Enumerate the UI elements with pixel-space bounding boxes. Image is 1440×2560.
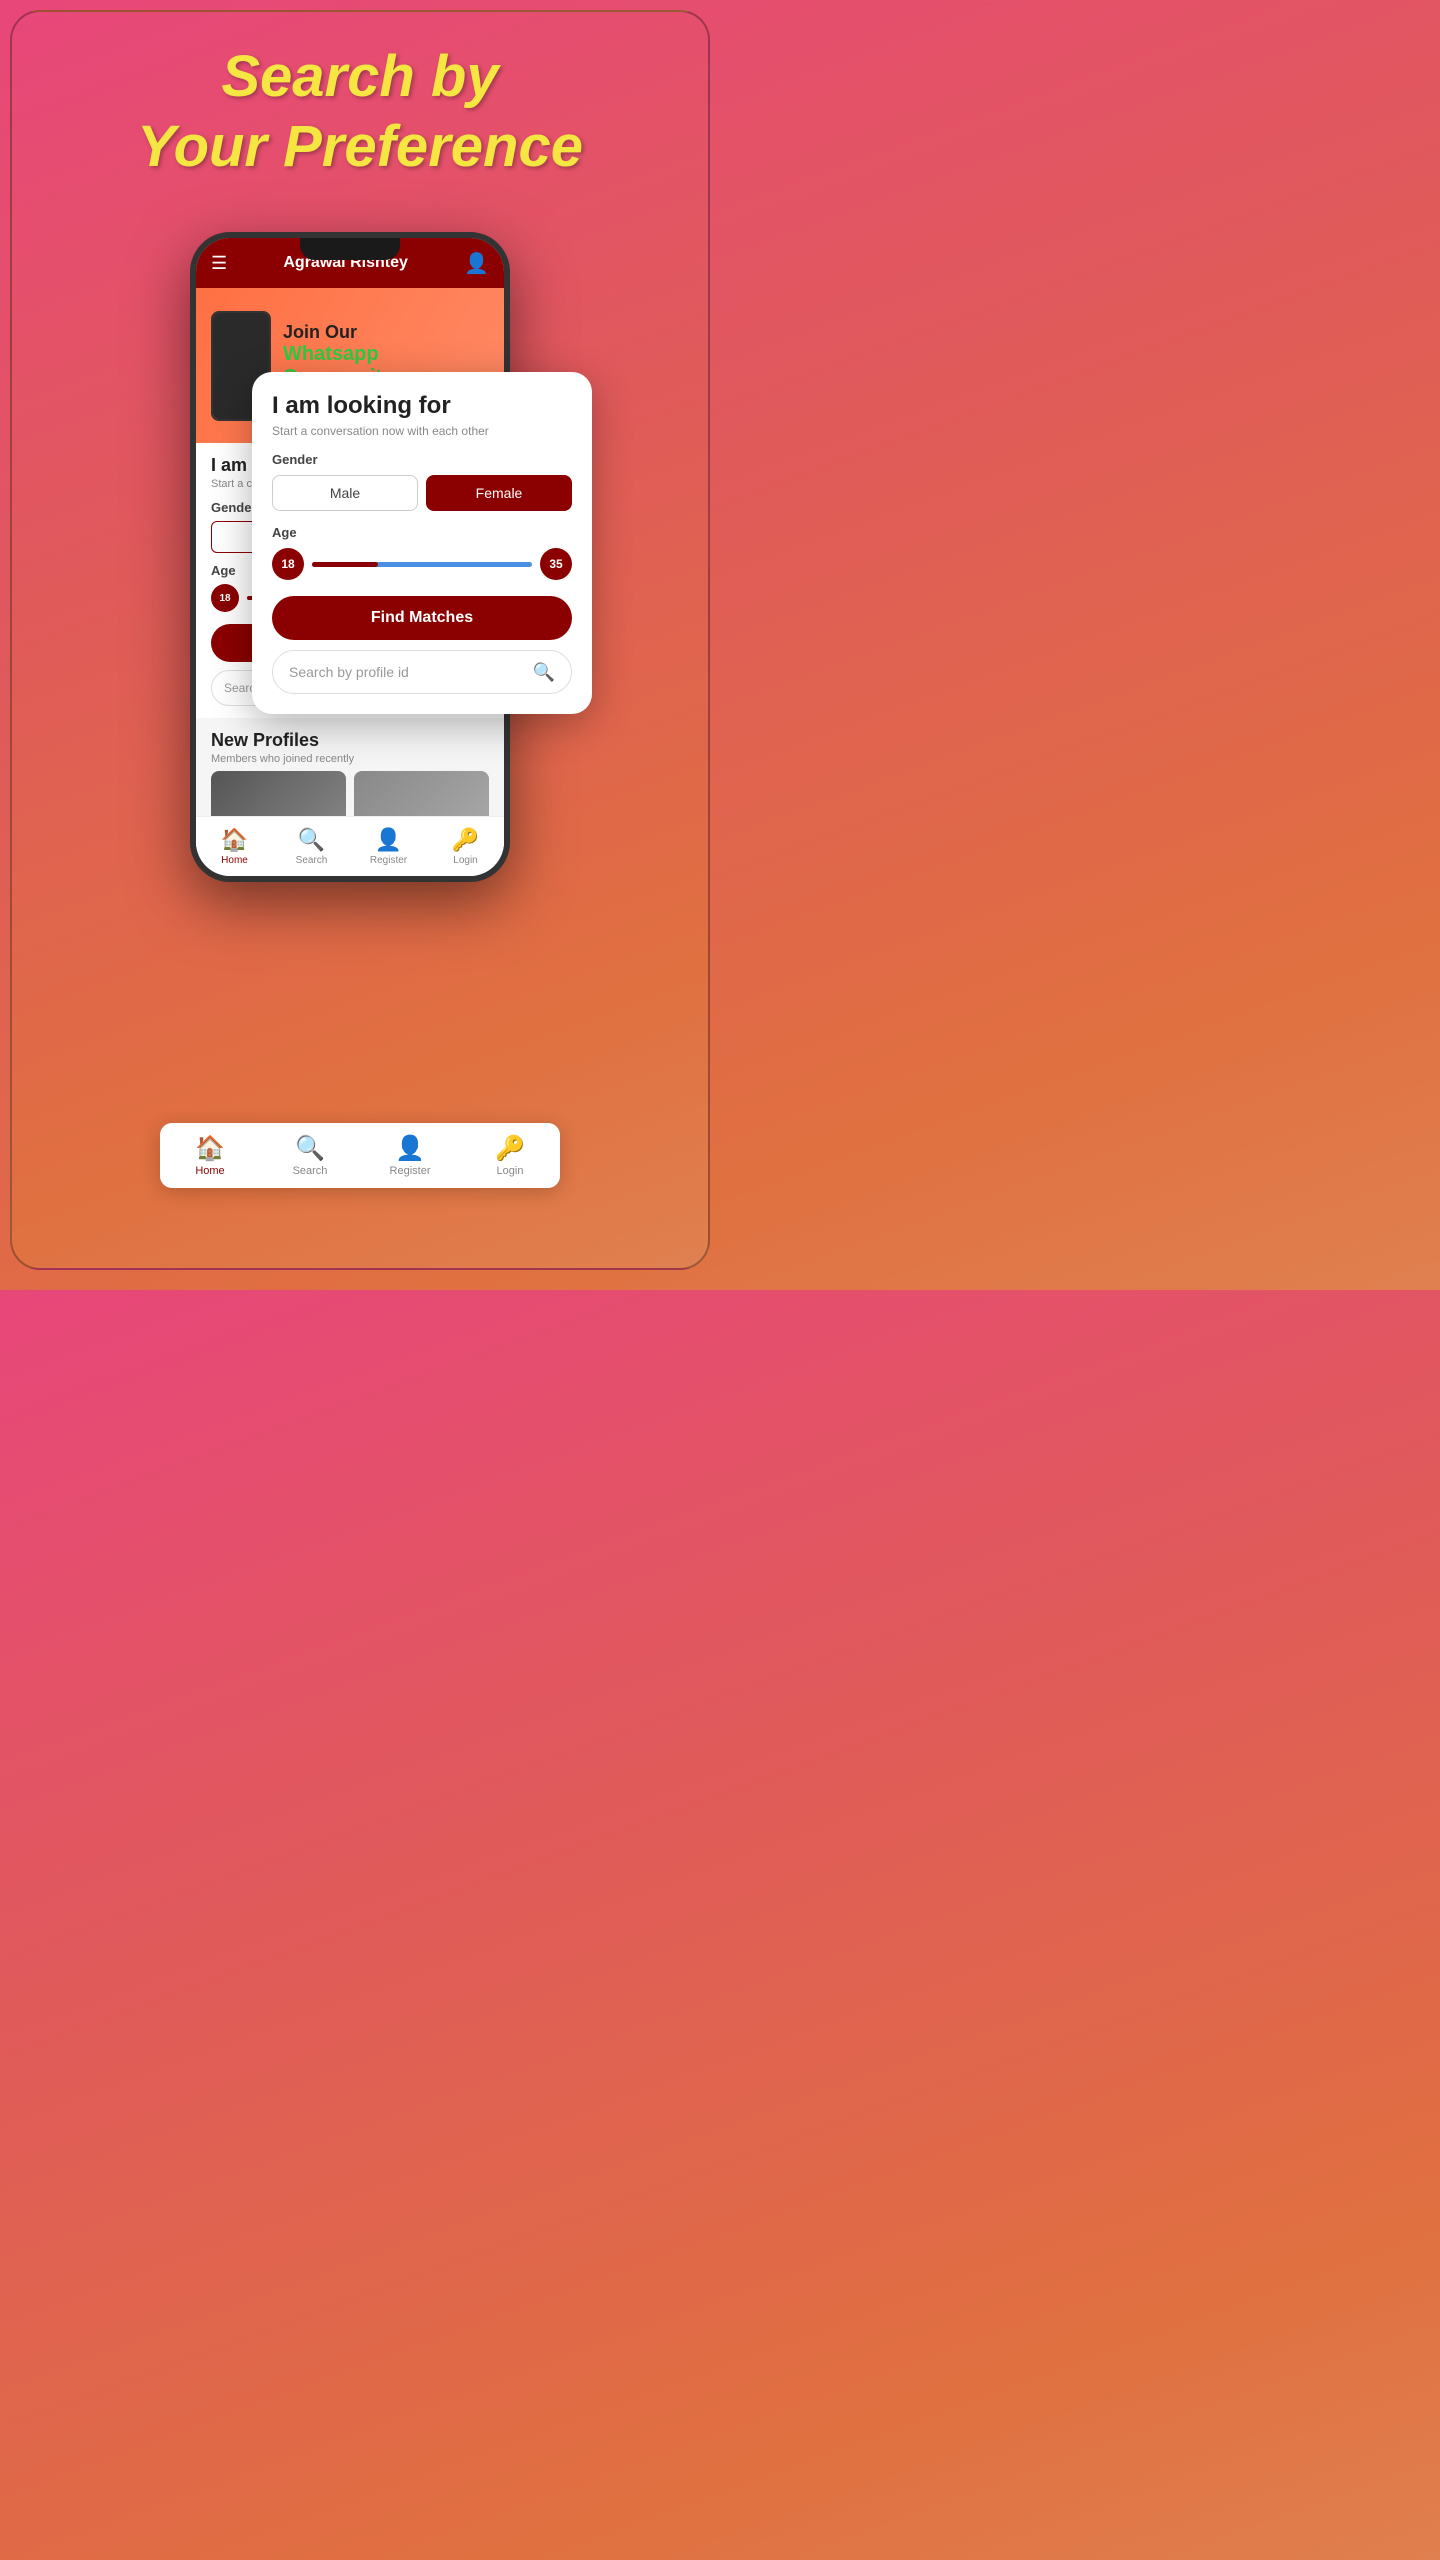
nav-item-login[interactable]: 🔑 Login: [427, 817, 504, 876]
headline: Search by Your Preference: [12, 12, 708, 181]
floating-nav-home[interactable]: 🏠 Home: [160, 1123, 260, 1188]
nav-search-label: Search: [296, 855, 328, 866]
phone-age-min: 18: [211, 584, 239, 612]
phone-notch: [300, 238, 400, 260]
card-age-label: Age: [272, 525, 572, 540]
profile-icon[interactable]: 👤: [464, 251, 489, 276]
card-gender-buttons: Male Female: [272, 475, 572, 511]
home-icon: 🏠: [221, 827, 248, 853]
floating-bottom-nav: 🏠 Home 🔍 Search 👤 Register 🔑 Login: [160, 1123, 560, 1188]
headline-line2: Your Preference: [12, 112, 708, 182]
card-age-slider: 18 35: [272, 548, 572, 580]
headline-line1: Search by: [12, 42, 708, 112]
floating-login-label: Login: [497, 1165, 524, 1177]
nav-login-label: Login: [453, 855, 477, 866]
card-title: I am looking for: [272, 392, 572, 420]
floating-home-icon: 🏠: [195, 1134, 225, 1163]
search-glass-icon[interactable]: 🔍: [533, 662, 555, 683]
card-slider-red-fill: [312, 562, 378, 567]
floating-card: I am looking for Start a conversation no…: [252, 372, 592, 714]
card-gender-label: Gender: [272, 452, 572, 467]
login-icon: 🔑: [452, 827, 479, 853]
card-subtitle: Start a conversation now with each other: [272, 424, 572, 438]
nav-register-label: Register: [370, 855, 407, 866]
card-search-placeholder: Search by profile id: [289, 664, 409, 680]
card-slider-track[interactable]: [312, 562, 532, 567]
banner-line1: Join Our: [283, 322, 504, 343]
floating-nav-register[interactable]: 👤 Register: [360, 1123, 460, 1188]
card-age-max: 35: [540, 548, 572, 580]
floating-home-label: Home: [195, 1165, 224, 1177]
card-gender-male[interactable]: Male: [272, 475, 418, 511]
card-find-btn[interactable]: Find Matches: [272, 596, 572, 640]
new-profiles-subtitle: Members who joined recently: [211, 753, 489, 765]
floating-search-icon: 🔍: [295, 1134, 325, 1163]
hamburger-icon[interactable]: ☰: [211, 253, 227, 274]
floating-nav-login[interactable]: 🔑 Login: [460, 1123, 560, 1188]
nav-item-home[interactable]: 🏠 Home: [196, 817, 273, 876]
nav-item-search[interactable]: 🔍 Search: [273, 817, 350, 876]
new-profiles-title: New Profiles: [211, 730, 489, 751]
outer-container: Search by Your Preference ☰ Agrawal Rish…: [10, 10, 710, 1270]
floating-search-label: Search: [293, 1165, 328, 1177]
floating-nav-search[interactable]: 🔍 Search: [260, 1123, 360, 1188]
search-nav-icon: 🔍: [298, 827, 325, 853]
register-icon: 👤: [375, 827, 402, 853]
card-gender-female[interactable]: Female: [426, 475, 572, 511]
card-search-input[interactable]: Search by profile id 🔍: [272, 650, 572, 694]
nav-item-register[interactable]: 👤 Register: [350, 817, 427, 876]
floating-register-icon: 👤: [395, 1134, 425, 1163]
floating-register-label: Register: [390, 1165, 431, 1177]
card-age-min: 18: [272, 548, 304, 580]
floating-login-icon: 🔑: [495, 1134, 525, 1163]
nav-home-label: Home: [221, 855, 248, 866]
phone-bottom-nav: 🏠 Home 🔍 Search 👤 Register 🔑 Login: [196, 816, 504, 876]
